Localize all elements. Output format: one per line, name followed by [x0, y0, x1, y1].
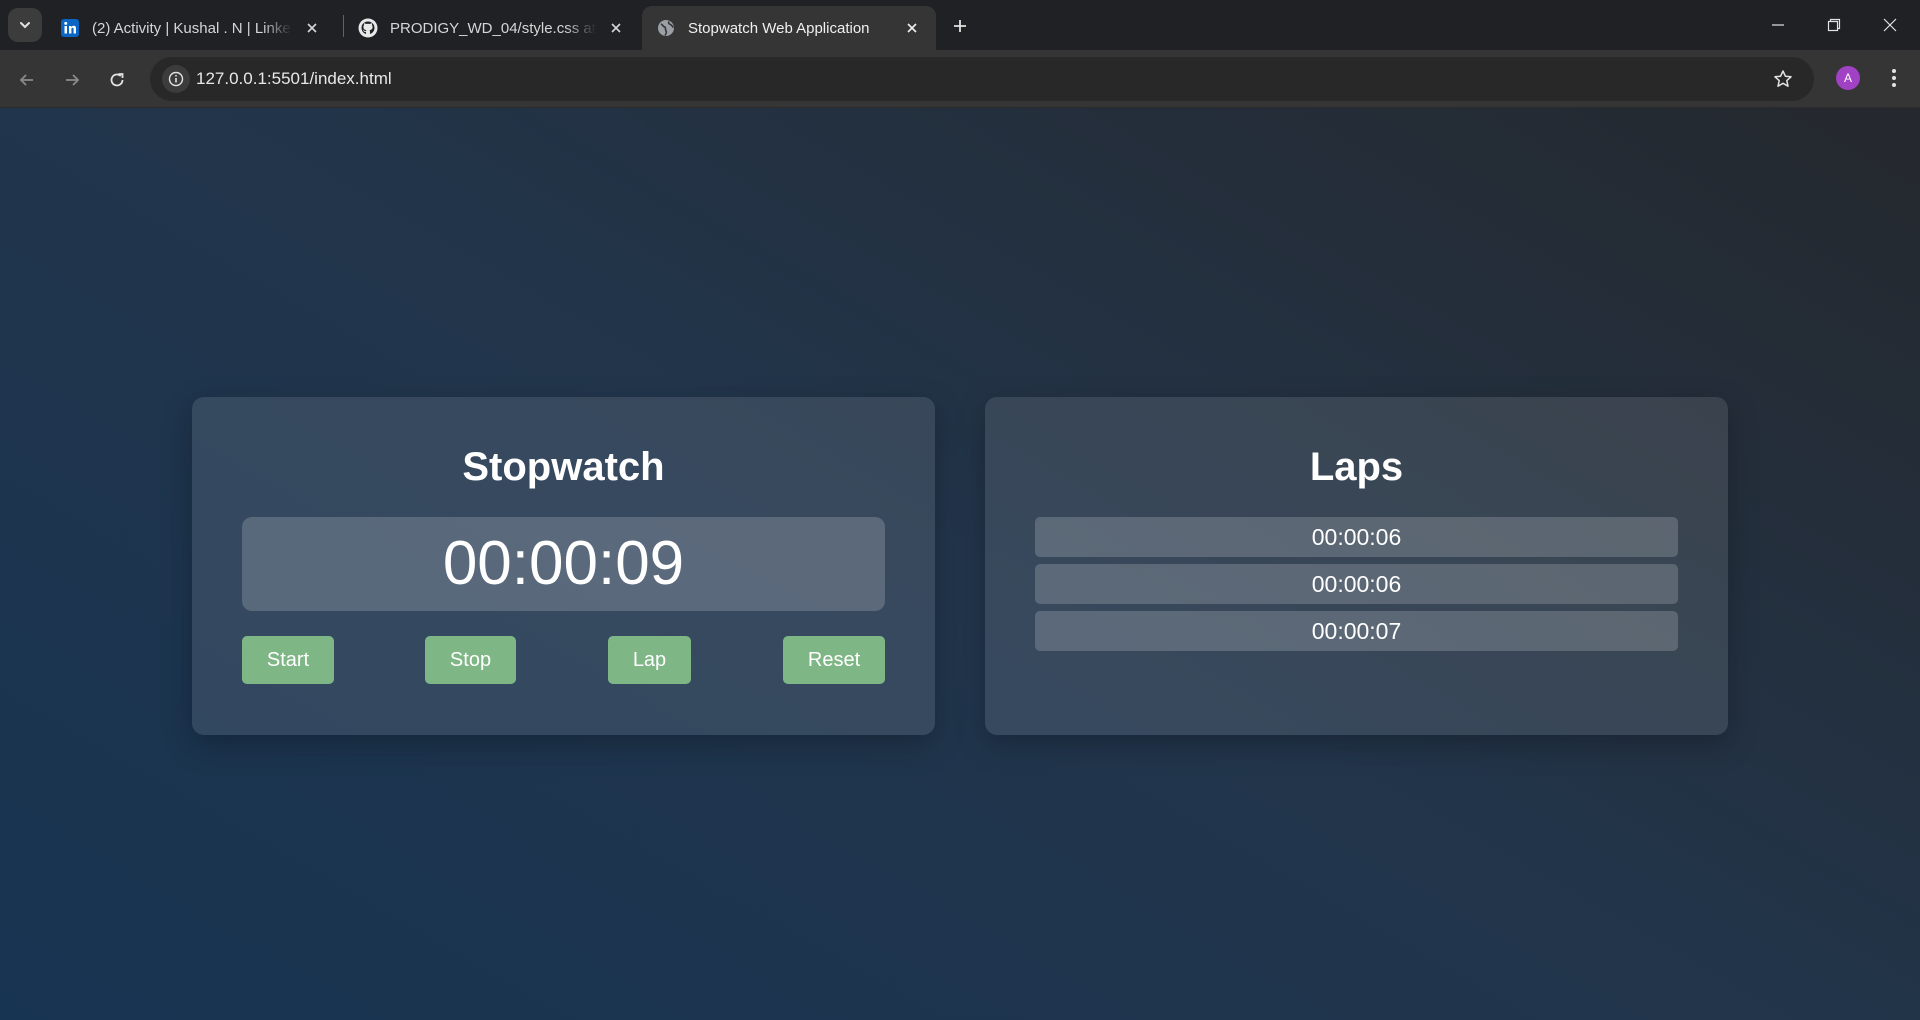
tab-github[interactable]: PRODIGY_WD_04/style.css at main [344, 6, 640, 50]
back-button[interactable] [11, 64, 43, 96]
start-button[interactable]: Start [242, 636, 334, 684]
github-icon [358, 18, 378, 38]
tab-title: Stopwatch Web Application [688, 19, 870, 37]
tab-linkedin[interactable]: (2) Activity | Kushal . N | LinkedIn [46, 6, 336, 50]
tab-title: PRODIGY_WD_04/style.css at main [390, 19, 596, 37]
info-icon [168, 71, 184, 87]
bookmark-button[interactable] [1772, 68, 1794, 90]
globe-icon [656, 18, 676, 38]
stop-button[interactable]: Stop [425, 636, 516, 684]
chevron-down-icon [20, 22, 30, 29]
restore-button[interactable] [1806, 6, 1862, 44]
tab-stopwatch[interactable]: Stopwatch Web Application [642, 6, 936, 50]
reload-icon [110, 73, 124, 87]
star-icon [1774, 70, 1792, 87]
tab-title: (2) Activity | Kushal . N | LinkedIn [92, 19, 292, 37]
close-icon[interactable] [902, 18, 922, 38]
new-tab-button[interactable] [946, 12, 974, 40]
more-vert-icon [1892, 69, 1896, 87]
forward-button[interactable] [56, 64, 88, 96]
url-text[interactable]: 127.0.0.1:5501/index.html [196, 57, 392, 101]
lap-list: 00:00:06 00:00:06 00:00:07 [1035, 517, 1678, 658]
lap-item: 00:00:07 [1035, 611, 1678, 651]
laps-card: Laps 00:00:06 00:00:06 00:00:07 [985, 397, 1728, 735]
linkedin-icon [60, 18, 80, 38]
lap-item: 00:00:06 [1035, 564, 1678, 604]
arrow-left-icon [19, 74, 33, 86]
reload-button[interactable] [101, 64, 133, 96]
tab-strip: (2) Activity | Kushal . N | LinkedIn PRO… [0, 0, 1920, 50]
site-info-button[interactable] [162, 65, 190, 93]
profile-avatar[interactable]: A [1836, 66, 1860, 90]
close-icon [1883, 18, 1897, 32]
address-bar[interactable]: 127.0.0.1:5501/index.html [150, 57, 1814, 101]
browser-menu-button[interactable] [1880, 64, 1908, 92]
lap-item: 00:00:06 [1035, 517, 1678, 557]
page-content: Stopwatch 00:00:09 Start Stop Lap Reset … [0, 108, 1920, 1020]
tab-search-button[interactable] [8, 8, 42, 42]
close-icon[interactable] [606, 18, 626, 38]
laps-title: Laps [1309, 445, 1404, 489]
restore-icon [1827, 18, 1841, 32]
reset-button[interactable]: Reset [783, 636, 885, 684]
minimize-icon [1772, 24, 1784, 26]
time-display: 00:00:09 [242, 517, 885, 611]
arrow-right-icon [66, 74, 80, 86]
stopwatch-card: Stopwatch 00:00:09 Start Stop Lap Reset [192, 397, 935, 735]
browser-toolbar: 127.0.0.1:5501/index.html A [0, 50, 1920, 108]
lap-button[interactable]: Lap [608, 636, 691, 684]
window-close-button[interactable] [1862, 6, 1918, 44]
minimize-button[interactable] [1750, 6, 1806, 44]
close-icon[interactable] [302, 18, 322, 38]
plus-icon [954, 20, 966, 32]
stopwatch-title: Stopwatch [462, 445, 665, 489]
